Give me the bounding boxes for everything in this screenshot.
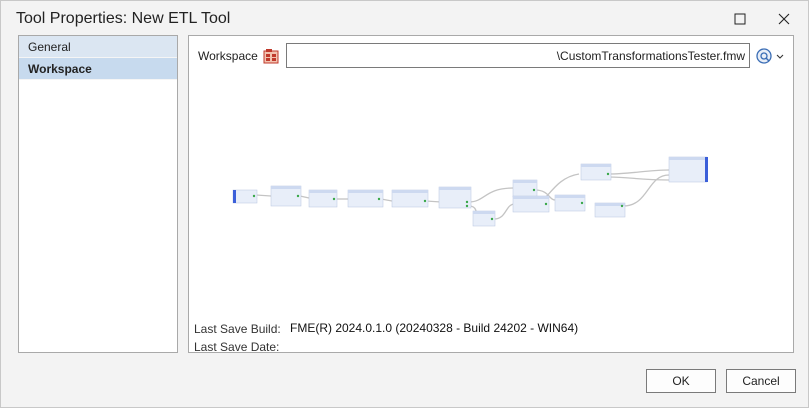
fme-workspace-icon	[263, 48, 279, 64]
workspace-label: Workspace	[198, 49, 258, 63]
workspace-path-field[interactable]	[286, 43, 750, 68]
ok-button[interactable]: OK	[646, 369, 716, 393]
cancel-button[interactable]: Cancel	[726, 369, 796, 393]
nav-item-workspace[interactable]: Workspace	[19, 58, 177, 80]
category-list: General Workspace	[18, 35, 178, 353]
browse-dropdown-icon	[756, 48, 784, 64]
workspace-preview-diagram	[232, 156, 708, 227]
nav-item-general[interactable]: General	[19, 36, 177, 58]
workspace-panel: Workspace \CustomTransformationsTester.f…	[188, 35, 794, 354]
last-save-build-value: FME(R) 2024.0.1.0 (20240328 - Build 2420…	[290, 321, 579, 335]
browse-button[interactable]	[756, 47, 788, 65]
maximize-icon	[734, 13, 746, 25]
window-title: Tool Properties: New ETL Tool	[16, 10, 231, 27]
close-button[interactable]	[762, 5, 806, 33]
last-save-date-label: Last Save Date:	[194, 340, 280, 354]
last-save-build-label: Last Save Build:	[194, 322, 281, 336]
maximize-button[interactable]	[718, 5, 762, 33]
title-bar: Tool Properties: New ETL Tool	[1, 1, 808, 37]
tool-properties-dialog: Tool Properties: New ETL Tool General Wo…	[0, 0, 809, 408]
close-icon	[778, 13, 790, 25]
